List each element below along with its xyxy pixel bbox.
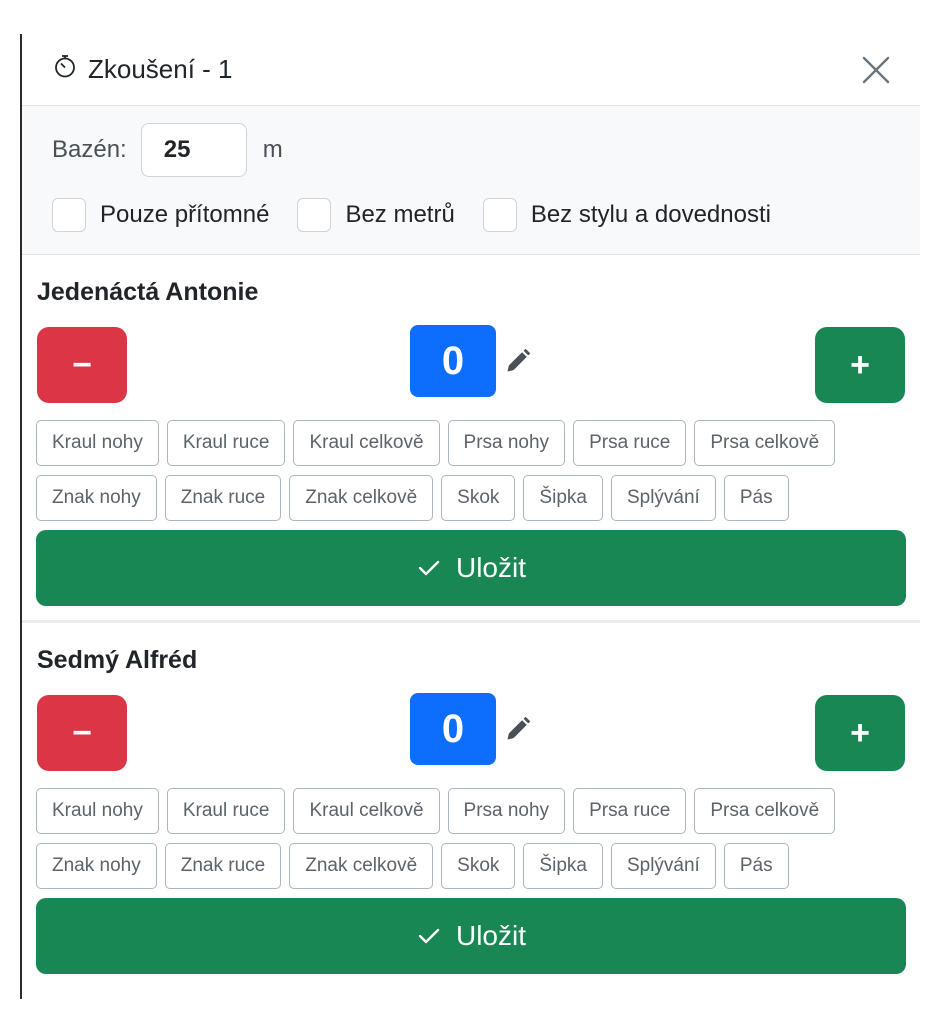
pool-label: Bazén: [52,136,127,163]
count-badge: 0 [410,325,496,397]
counter-row: − 0 + [36,325,906,407]
checkbox-only-present[interactable]: Pouze přítomné [52,198,269,232]
checkbox-box[interactable] [297,198,332,232]
minus-label: − [72,346,92,384]
skills-grid: Kraul nohy Kraul ruce Kraul celkově Prsa… [36,420,906,521]
skill-chip[interactable]: Znak celkově [289,843,434,889]
skill-chip[interactable]: Znak ruce [164,843,282,889]
skill-chip[interactable]: Kraul nohy [36,788,159,834]
skill-chip[interactable]: Kraul ruce [166,788,286,834]
save-button[interactable]: Uložit [36,530,906,606]
skill-chip[interactable]: Prsa celkově [694,420,836,466]
checkbox-no-style-skills[interactable]: Bez stylu a dovednosti [482,198,771,232]
close-icon [862,56,890,83]
skills-row: Znak nohy Znak ruce Znak celkově Skok Ši… [36,843,906,889]
pool-row: Bazén: m [22,122,920,178]
panel-title-text: Zkoušení - 1 [88,54,233,84]
skill-chip[interactable]: Prsa ruce [573,788,687,834]
skill-chip[interactable]: Pás [723,475,789,521]
skill-chip[interactable]: Kraul celkově [293,420,440,466]
save-button[interactable]: Uložit [36,898,906,974]
student-card: Sedmý Alfréd − 0 + Kraul nohy Kraul ruce… [22,623,920,974]
skill-chip[interactable]: Splývání [610,843,716,889]
count-badge: 0 [410,693,496,765]
filter-checkboxes: Pouze přítomné Bez metrů Bez stylu a dov… [22,198,920,232]
plus-label: + [850,346,870,384]
checkbox-box[interactable] [52,198,86,232]
checkmark-icon [418,560,440,576]
pool-unit: m [262,136,283,163]
plus-label: + [850,714,870,752]
checkbox-no-meters[interactable]: Bez metrů [297,198,455,232]
panel-title: Zkoušení - 1 [52,53,233,86]
skills-row: Kraul nohy Kraul ruce Kraul celkově Prsa… [36,788,906,834]
skills-row: Kraul nohy Kraul ruce Kraul celkově Prsa… [36,420,906,466]
checkbox-label[interactable]: Pouze přítomné [100,201,269,229]
settings-section: Bazén: m Pouze přítomné Bez metrů Bez st… [22,106,920,255]
panel-header: Zkoušení - 1 [22,34,920,106]
pool-length-input[interactable] [140,123,247,177]
skill-chip[interactable]: Prsa nohy [447,788,566,834]
skill-chip[interactable]: Znak ruce [164,475,282,521]
increment-button[interactable]: + [815,695,905,771]
student-name: Jedenáctá Antonie [37,278,259,306]
checkbox-label[interactable]: Bez stylu a dovednosti [531,201,771,229]
exam-panel: Zkoušení - 1 Bazén: m Pouze přítomné Bez… [22,34,920,1013]
skills-row: Znak nohy Znak ruce Znak celkově Skok Ši… [36,475,906,521]
skill-chip[interactable]: Kraul celkově [293,788,440,834]
skill-chip[interactable]: Pás [723,843,789,889]
student-name: Sedmý Alfréd [37,646,198,674]
skills-grid: Kraul nohy Kraul ruce Kraul celkově Prsa… [36,788,906,889]
skill-chip[interactable]: Skok [441,843,516,889]
skill-chip[interactable]: Kraul nohy [36,420,159,466]
stopwatch-icon [52,53,78,86]
skill-chip[interactable]: Znak nohy [36,843,157,889]
decrement-button[interactable]: − [37,695,127,771]
counter-row: − 0 + [36,693,906,775]
skill-chip[interactable]: Šipka [523,475,603,521]
skill-chip[interactable]: Prsa ruce [573,420,687,466]
pencil-icon[interactable] [504,347,532,375]
checkmark-icon [418,928,440,944]
skill-chip[interactable]: Kraul ruce [166,420,286,466]
skill-chip[interactable]: Šipka [523,843,603,889]
save-label: Uložit [455,552,526,583]
skill-chip[interactable]: Splývání [610,475,716,521]
decrement-button[interactable]: − [37,327,127,403]
skill-chip[interactable]: Prsa nohy [447,420,566,466]
minus-label: − [72,714,92,752]
skill-chip[interactable]: Znak celkově [289,475,434,521]
student-card: Jedenáctá Antonie − 0 + Kraul nohy Kraul… [22,255,920,606]
pencil-icon[interactable] [504,715,532,743]
checkbox-label[interactable]: Bez metrů [345,201,454,229]
skill-chip[interactable]: Skok [441,475,516,521]
skill-chip[interactable]: Znak nohy [36,475,157,521]
skill-chip[interactable]: Prsa celkově [694,788,836,834]
checkbox-box[interactable] [482,198,517,232]
increment-button[interactable]: + [815,327,905,403]
save-label: Uložit [455,920,526,951]
close-button[interactable] [858,52,894,88]
